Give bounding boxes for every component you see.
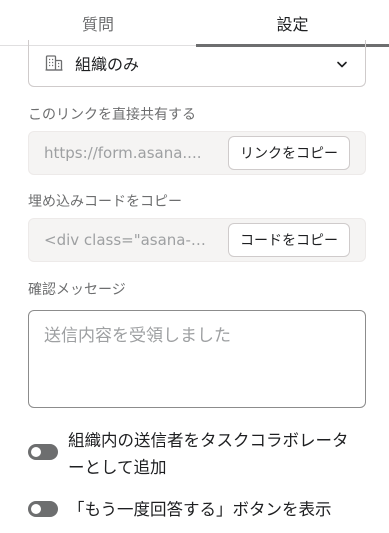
submit-again-toggle-row: 「もう一度回答する」ボタンを表示: [28, 497, 368, 525]
share-link-field: https://form.asana.... リンクをコピー: [28, 131, 366, 175]
copy-code-button[interactable]: コードをコピー: [228, 223, 350, 257]
building-icon: [45, 55, 63, 71]
visibility-selected-value: 組織のみ: [75, 55, 140, 74]
visibility-select[interactable]: 組織のみ: [28, 40, 366, 87]
confirmation-message-input[interactable]: 送信内容を受領しました: [28, 310, 366, 408]
submit-again-toggle[interactable]: [28, 501, 58, 517]
add-collaborator-label: 組織内の送信者をタスクコラボレータ ーとして追加: [68, 427, 349, 481]
add-collaborator-label-line1: 組織内の送信者をタスクコラボレータ: [68, 431, 349, 450]
confirmation-message-label: 確認メッセージ: [28, 282, 126, 298]
share-link-value[interactable]: https://form.asana....: [44, 132, 212, 174]
toggle-knob: [31, 447, 41, 457]
toggle-knob: [31, 504, 41, 514]
submit-again-label: 「もう一度回答する」ボタンを表示: [68, 500, 332, 519]
copy-link-button[interactable]: リンクをコピー: [228, 136, 350, 170]
chevron-down-icon: [337, 61, 347, 68]
embed-code-value[interactable]: <div class="asana-e...: [44, 219, 212, 261]
add-collaborator-toggle[interactable]: [28, 444, 58, 460]
add-collaborator-label-line2: ーとして追加: [68, 458, 167, 477]
embed-code-field: <div class="asana-e... コードをコピー: [28, 218, 366, 262]
add-collaborator-toggle-row: 組織内の送信者をタスクコラボレータ ーとして追加: [28, 426, 368, 482]
embed-code-label: 埋め込みコードをコピー: [28, 194, 182, 210]
share-link-label: このリンクを直接共有する: [28, 107, 196, 123]
